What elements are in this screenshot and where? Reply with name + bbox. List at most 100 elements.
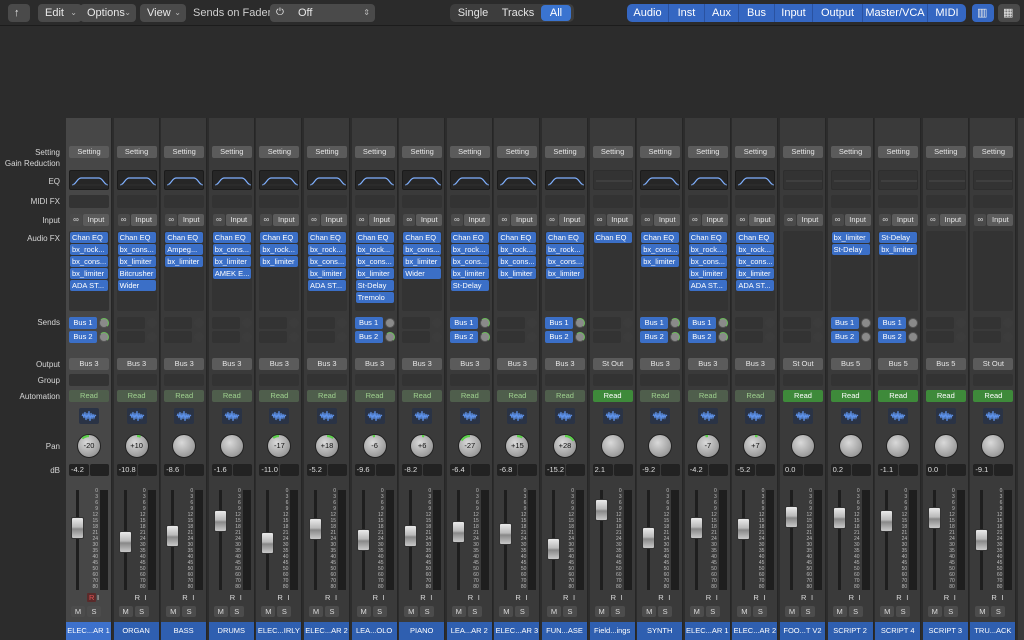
- fader-handle[interactable]: [737, 518, 751, 541]
- send-button[interactable]: [783, 317, 811, 329]
- volume-db-value[interactable]: -15.2: [545, 464, 565, 476]
- send-button[interactable]: [925, 317, 954, 329]
- setting-button[interactable]: Setting: [687, 146, 728, 158]
- send-level-knob[interactable]: [241, 332, 252, 342]
- peak-level-display[interactable]: [423, 464, 443, 476]
- fader-handle[interactable]: [642, 527, 656, 550]
- track-name[interactable]: ORGAN: [113, 622, 159, 640]
- mute-button[interactable]: M: [71, 606, 85, 617]
- audio-fx-slot[interactable]: ADA ST...: [308, 280, 346, 291]
- link-icon[interactable]: ∞: [879, 214, 892, 226]
- setting-button[interactable]: Setting: [640, 146, 681, 158]
- peak-level-display[interactable]: [756, 464, 776, 476]
- record-enable-button[interactable]: R: [658, 593, 663, 602]
- send-button[interactable]: Bus 2: [640, 331, 669, 343]
- audio-fx-slot[interactable]: Chan EQ: [450, 232, 489, 243]
- track-name[interactable]: SCRIPT 3: [922, 622, 968, 640]
- send-level-knob[interactable]: [908, 332, 919, 342]
- send-level-knob[interactable]: [99, 332, 109, 342]
- eq-thumbnail[interactable]: [687, 170, 728, 190]
- output-button[interactable]: St Out: [592, 358, 633, 370]
- peak-level-display[interactable]: [232, 464, 252, 476]
- pan-knob[interactable]: -7: [695, 434, 720, 458]
- setting-button[interactable]: Setting: [878, 146, 919, 158]
- automation-button[interactable]: Read: [449, 390, 490, 402]
- send-level-knob[interactable]: [1003, 318, 1014, 328]
- output-button[interactable]: Bus 3: [402, 358, 443, 370]
- solo-button[interactable]: S: [563, 606, 577, 617]
- pan-knob[interactable]: [219, 434, 244, 458]
- input-monitor-button[interactable]: I: [716, 593, 718, 602]
- output-button[interactable]: Bus 3: [259, 358, 300, 370]
- link-icon[interactable]: ∞: [403, 214, 416, 226]
- layout-alt-button[interactable]: ▦: [998, 4, 1020, 22]
- pan-knob[interactable]: -17: [267, 434, 292, 458]
- setting-button[interactable]: Setting: [307, 146, 347, 158]
- volume-fader[interactable]: 0 3 6 9 12 15 18 21 24 30 35 40 45 50 60 70 80: [688, 488, 728, 592]
- waveform-icon[interactable]: [507, 408, 528, 424]
- record-enable-button[interactable]: R: [563, 593, 568, 602]
- output-button[interactable]: Bus 3: [735, 358, 776, 370]
- pan-knob[interactable]: [600, 434, 625, 458]
- send-button[interactable]: [259, 331, 288, 343]
- pan-knob[interactable]: [172, 434, 197, 458]
- output-button[interactable]: Bus 3: [307, 358, 347, 370]
- send-level-knob[interactable]: [479, 332, 490, 342]
- fader-handle[interactable]: [451, 521, 465, 544]
- link-icon[interactable]: ∞: [498, 214, 511, 226]
- eq-thumbnail[interactable]: [354, 170, 395, 190]
- send-button[interactable]: [973, 331, 1002, 343]
- volume-db-value[interactable]: -8.6: [164, 464, 185, 476]
- audio-fx-slot[interactable]: Chan EQ: [165, 232, 204, 243]
- send-level-knob[interactable]: [194, 332, 205, 342]
- mute-button[interactable]: M: [642, 606, 657, 617]
- audio-fx-slot[interactable]: bx_cons...: [355, 256, 394, 267]
- output-button[interactable]: Bus 3: [116, 358, 157, 370]
- mute-button[interactable]: M: [499, 606, 514, 617]
- eq-thumbnail[interactable]: [116, 170, 157, 190]
- automation-button[interactable]: Read: [545, 390, 585, 402]
- input-monitor-button[interactable]: I: [287, 593, 289, 602]
- send-level-knob[interactable]: [765, 318, 776, 328]
- mute-button[interactable]: M: [927, 606, 942, 617]
- output-button[interactable]: Bus 3: [354, 358, 395, 370]
- pan-knob[interactable]: +28: [553, 434, 577, 458]
- automation-button[interactable]: Read: [830, 390, 871, 402]
- midi-fx-slot[interactable]: [925, 195, 966, 208]
- audio-fx-slot[interactable]: St-Delay: [450, 280, 489, 291]
- audio-fx-slot[interactable]: bx_limiter: [355, 268, 394, 279]
- midi-fx-slot[interactable]: [973, 195, 1014, 208]
- automation-button[interactable]: Read: [973, 390, 1014, 402]
- volume-db-value[interactable]: -9.1: [973, 464, 994, 476]
- solo-button[interactable]: S: [87, 606, 101, 617]
- audio-fx-slot[interactable]: bx_cons...: [736, 256, 775, 267]
- peak-level-display[interactable]: [708, 464, 728, 476]
- input-monitor-button[interactable]: I: [192, 593, 194, 602]
- link-icon[interactable]: ∞: [260, 214, 273, 226]
- volume-fader[interactable]: 0 3 6 9 12 15 18 21 24 30 35 40 45 50 60 70 80: [640, 488, 680, 592]
- audio-fx-slot[interactable]: bx_limiter: [165, 256, 204, 267]
- link-icon[interactable]: ∞: [831, 214, 844, 226]
- send-button[interactable]: Bus 2: [545, 331, 573, 343]
- waveform-icon[interactable]: [221, 408, 242, 424]
- pan-knob[interactable]: +18: [315, 434, 339, 458]
- volume-db-value[interactable]: 0.2: [830, 464, 851, 476]
- record-enable-button[interactable]: R: [801, 593, 806, 602]
- track-name[interactable]: ELEC...AR 3: [494, 622, 540, 640]
- automation-button[interactable]: Read: [259, 390, 300, 402]
- eq-thumbnail[interactable]: [402, 170, 443, 190]
- input-button[interactable]: Input: [892, 214, 919, 226]
- audio-fx-slot[interactable]: bx_rock...: [70, 244, 108, 255]
- send-level-knob[interactable]: [1003, 332, 1014, 342]
- audio-fx-slot[interactable]: bx_cons...: [308, 256, 346, 267]
- send-button[interactable]: Bus 1: [449, 317, 478, 329]
- audio-fx-area[interactable]: Chan EQ bx_cons... bx_limiter Wider: [402, 231, 443, 311]
- record-enable-button[interactable]: R: [753, 593, 758, 602]
- setting-button[interactable]: Setting: [449, 146, 490, 158]
- eq-thumbnail[interactable]: [925, 170, 966, 190]
- mute-button[interactable]: M: [975, 606, 990, 617]
- midi-fx-slot[interactable]: [259, 195, 300, 208]
- audio-fx-slot[interactable]: bx_limiter: [498, 268, 537, 279]
- audio-fx-slot[interactable]: AMEK E...: [212, 268, 251, 279]
- audio-fx-slot[interactable]: bx_rock...: [498, 244, 537, 255]
